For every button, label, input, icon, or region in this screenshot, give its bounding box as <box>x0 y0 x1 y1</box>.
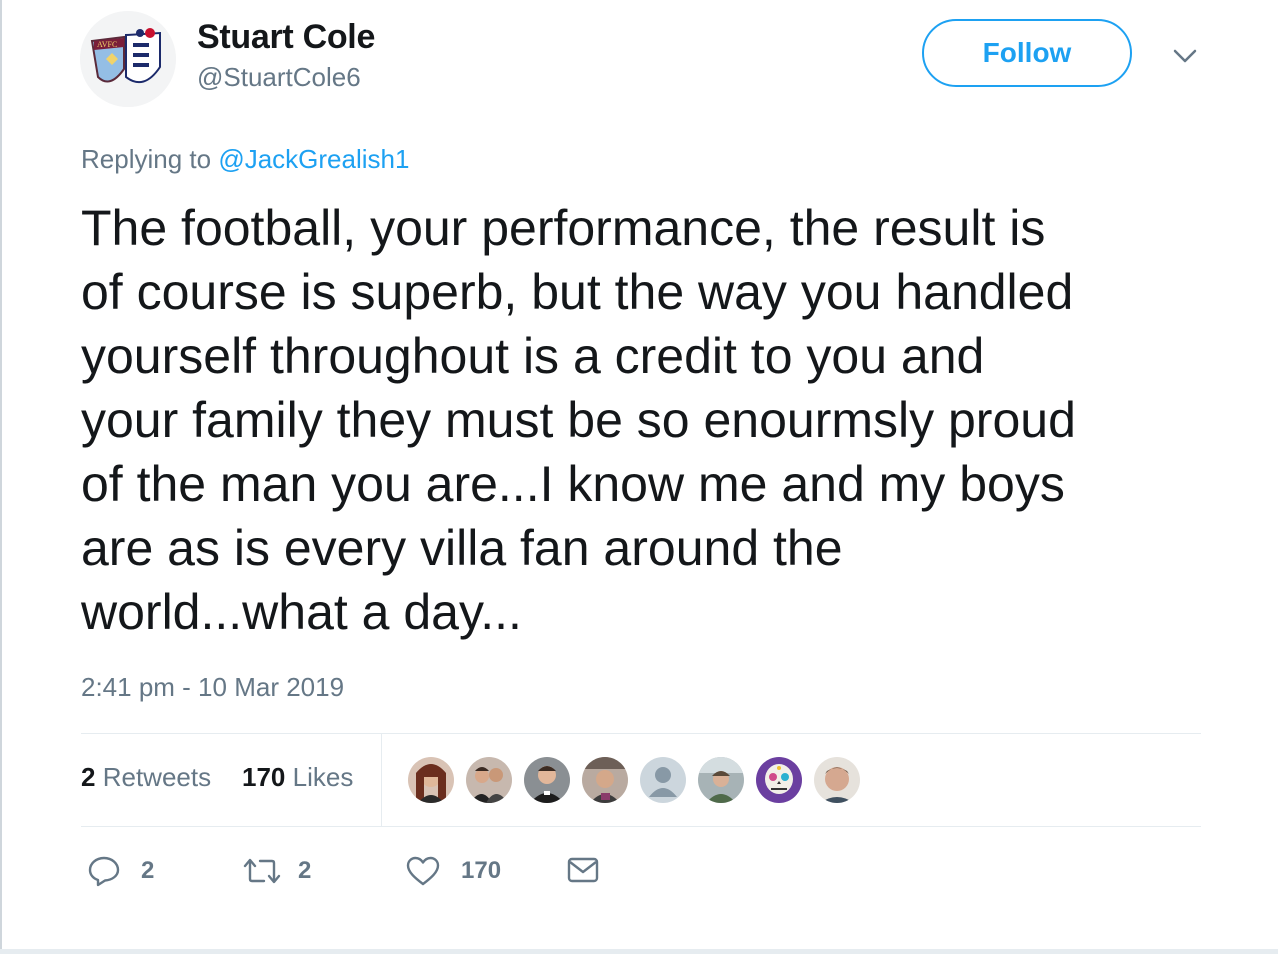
retweets-stat[interactable]: 2 Retweets <box>81 762 211 793</box>
reply-action[interactable]: 2 <box>87 855 154 887</box>
reply-mention-link[interactable]: @JackGrealish1 <box>218 144 409 174</box>
tweet-line: of course is superb, but the way you han… <box>81 264 1074 320</box>
tweet-text: The football, your performance, the resu… <box>81 196 1221 644</box>
club-crest-icon: AVFC <box>80 11 176 107</box>
envelope-icon <box>567 857 599 883</box>
svg-text:AVFC: AVFC <box>97 40 117 49</box>
page-bottom-edge <box>0 949 1278 954</box>
direct-message-action[interactable] <box>566 855 600 885</box>
chevron-down-icon <box>1173 49 1197 63</box>
retweets-count: 2 <box>81 762 96 792</box>
tweet-line: The football, your performance, the resu… <box>81 200 1046 256</box>
liker-avatar[interactable] <box>406 755 456 805</box>
divider <box>81 826 1201 827</box>
replying-to: Replying to @JackGrealish1 <box>81 144 409 175</box>
retweet-icon <box>243 858 281 884</box>
reply-icon <box>88 856 120 887</box>
retweets-label: Retweets <box>102 762 212 792</box>
reply-count: 2 <box>141 857 155 884</box>
heart-icon <box>406 856 440 886</box>
like-action[interactable]: 170 <box>405 855 501 887</box>
window-edge <box>0 0 2 954</box>
replying-to-label: Replying to <box>81 144 219 174</box>
divider <box>81 733 1201 734</box>
tweet-timestamp[interactable]: 2:41 pm - 10 Mar 2019 <box>81 672 344 703</box>
liker-avatar[interactable] <box>754 755 804 805</box>
like-count: 170 <box>461 857 502 884</box>
divider <box>381 734 382 826</box>
tweet-line: world...what a day... <box>81 584 522 640</box>
tweet-line: of the man you are...I know me and my bo… <box>81 456 1065 512</box>
more-options-button[interactable] <box>1170 44 1200 68</box>
liker-avatar[interactable] <box>696 755 746 805</box>
liker-avatar[interactable] <box>580 755 630 805</box>
user-handle[interactable]: @StuartCole6 <box>197 62 361 93</box>
retweet-action[interactable]: 2 <box>242 855 311 887</box>
liker-avatar[interactable] <box>464 755 514 805</box>
tweet-line: yourself throughout is a credit to you a… <box>81 328 985 384</box>
user-avatar[interactable]: AVFC <box>80 11 176 107</box>
tweet-line: are as is every villa fan around the <box>81 520 843 576</box>
follow-button[interactable]: Follow <box>922 19 1132 87</box>
liker-avatar[interactable] <box>812 755 862 805</box>
retweet-count: 2 <box>298 857 312 884</box>
liker-avatar[interactable] <box>638 755 688 805</box>
tweet-line: your family they must be so enourmsly pr… <box>81 392 1076 448</box>
liker-avatar[interactable] <box>522 755 572 805</box>
likes-label: Likes <box>292 762 354 792</box>
likes-stat[interactable]: 170 Likes <box>242 762 353 793</box>
display-name[interactable]: Stuart Cole <box>197 18 375 57</box>
likes-count: 170 <box>242 762 286 792</box>
